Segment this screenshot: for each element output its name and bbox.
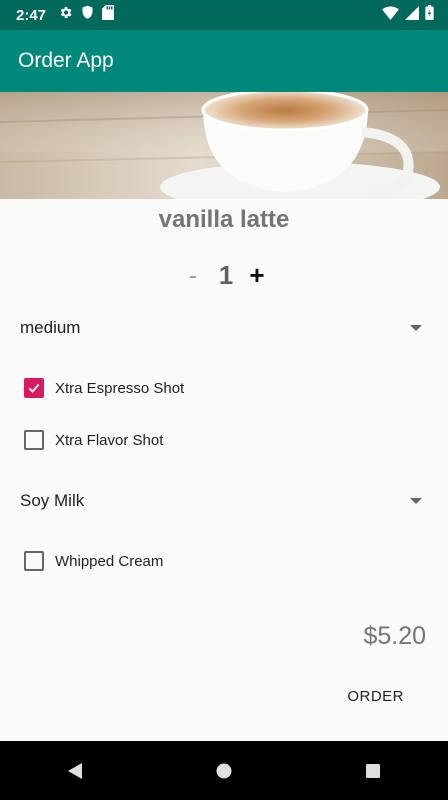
checkbox-checked-icon[interactable] (24, 378, 44, 398)
checkbox-whipped-cream[interactable]: Whipped Cream (24, 548, 163, 574)
checkbox-label: Xtra Espresso Shot (55, 379, 185, 397)
app-screen: 2:47 Order App vanilla latte - 1 + mediu… (0, 0, 448, 800)
milk-spinner[interactable]: Soy Milk (0, 481, 448, 521)
checkbox-xtra-espresso[interactable]: Xtra Espresso Shot (24, 375, 184, 401)
home-icon[interactable] (194, 751, 254, 791)
navigation-bar (0, 741, 448, 800)
status-time: 2:47 (16, 6, 47, 24)
dropdown-arrow-icon (410, 325, 422, 331)
size-selected: medium (20, 318, 81, 337)
status-left-icons (58, 5, 115, 25)
checkbox-label: Whipped Cream (55, 552, 164, 570)
shield-icon (81, 5, 94, 25)
quantity-stepper: - 1 + (0, 258, 448, 292)
coffee-cup-image (0, 92, 448, 199)
checkbox-xtra-flavor[interactable]: Xtra Flavor Shot (24, 427, 163, 453)
checkbox-label: Xtra Flavor Shot (55, 431, 164, 449)
signal-icon (405, 5, 419, 25)
sd-card-icon (102, 5, 115, 25)
battery-icon (425, 5, 434, 25)
status-right-icons (382, 5, 434, 25)
status-bar: 2:47 (0, 0, 448, 30)
price-label: $5.20 (363, 622, 426, 650)
dropdown-arrow-icon (410, 498, 422, 504)
order-button[interactable]: ORDER (347, 688, 404, 705)
wifi-icon (382, 6, 399, 25)
decrement-button[interactable]: - (180, 260, 206, 291)
app-title: Order App (18, 49, 114, 72)
back-icon[interactable] (45, 751, 105, 791)
quantity-value: 1 (218, 259, 234, 290)
product-name: vanilla latte (158, 206, 290, 233)
checkbox-unchecked-icon[interactable] (24, 430, 44, 450)
increment-button[interactable]: + (246, 260, 268, 291)
milk-selected: Soy Milk (20, 491, 85, 510)
gear-icon (58, 5, 73, 25)
recents-icon[interactable] (343, 751, 403, 791)
app-bar: Order App (0, 30, 448, 92)
checkbox-unchecked-icon[interactable] (24, 551, 44, 571)
size-spinner[interactable]: medium (0, 308, 448, 348)
